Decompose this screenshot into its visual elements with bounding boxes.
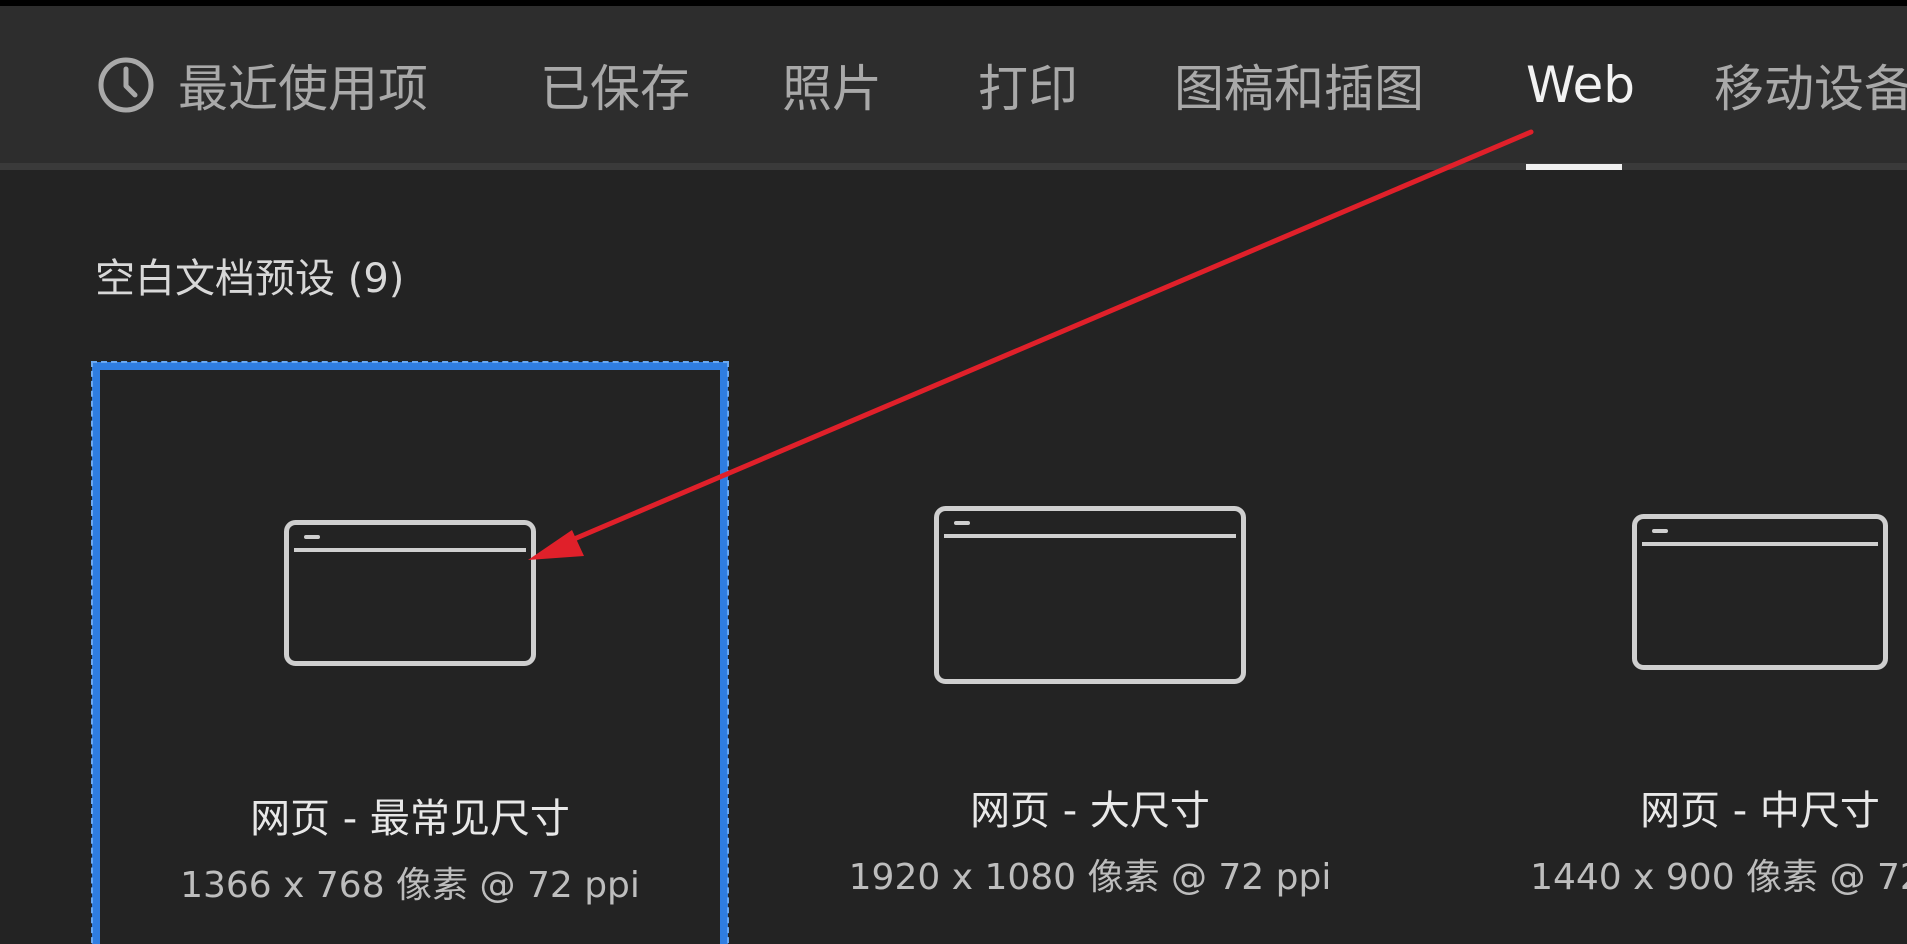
preset-name: 网页 - 最常见尺寸 xyxy=(250,796,570,842)
clock-icon xyxy=(96,55,156,115)
preset-name: 网页 - 中尺寸 xyxy=(1640,788,1880,834)
tab-saved[interactable]: 已保存 xyxy=(540,52,690,118)
preset-card-web-large[interactable]: 网页 - 大尺寸 1920 x 1080 像素 @ 72 ppi xyxy=(780,362,1400,944)
tab-label: 已保存 xyxy=(540,60,690,118)
preset-size: 1440 x 900 像素 @ 72 ppi xyxy=(1530,857,1907,898)
browser-window-icon xyxy=(780,506,1400,684)
tab-label: Web xyxy=(1526,56,1636,114)
active-tab-indicator xyxy=(1526,164,1622,170)
preset-category-tabbar: 最近使用项 已保存 照片 打印 图稿和插图 Web 移动设备 xyxy=(0,6,1907,170)
tab-web[interactable]: Web xyxy=(1526,52,1635,118)
tab-label: 照片 xyxy=(782,60,882,118)
tab-label: 移动设备 xyxy=(1714,60,1907,118)
section-title: 空白文档预设 (9) xyxy=(95,256,405,302)
tab-label: 图稿和插图 xyxy=(1174,60,1424,118)
preset-name: 网页 - 大尺寸 xyxy=(970,788,1210,834)
browser-window-icon xyxy=(1460,514,1907,670)
new-document-dialog: 最近使用项 已保存 照片 打印 图稿和插图 Web 移动设备 空白文档预设 (9… xyxy=(0,6,1907,944)
browser-window-icon xyxy=(100,520,720,666)
preset-card-web-common[interactable]: 网页 - 最常见尺寸 1366 x 768 像素 @ 72 ppi xyxy=(91,361,729,944)
tab-label: 打印 xyxy=(978,60,1078,118)
preset-card-web-medium[interactable]: 网页 - 中尺寸 1440 x 900 像素 @ 72 ppi xyxy=(1460,362,1907,944)
tab-recent[interactable]: 最近使用项 xyxy=(96,52,428,118)
tab-photo[interactable]: 照片 xyxy=(782,52,882,118)
tab-art-and-illustration[interactable]: 图稿和插图 xyxy=(1174,52,1424,118)
tab-label: 最近使用项 xyxy=(178,60,428,118)
preset-size: 1920 x 1080 像素 @ 72 ppi xyxy=(848,857,1332,898)
tab-print[interactable]: 打印 xyxy=(978,52,1078,118)
preset-size: 1366 x 768 像素 @ 72 ppi xyxy=(180,865,640,906)
tab-mobile[interactable]: 移动设备 xyxy=(1714,52,1907,118)
